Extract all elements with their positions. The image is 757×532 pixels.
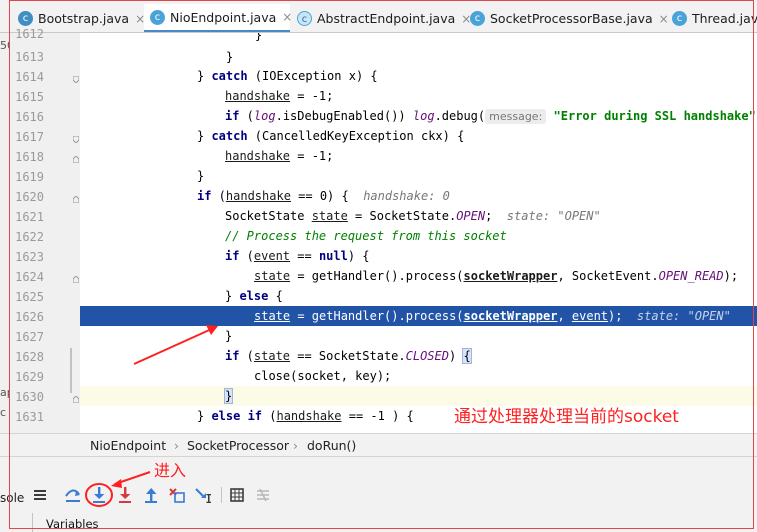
line-number: 1631 <box>15 410 44 424</box>
java-abstract-class-icon: c <box>297 11 312 26</box>
inline-debug-value: handshake: 0 <box>363 189 450 203</box>
code-line-1614: } catch (IOException x) { <box>197 69 378 83</box>
run-to-cursor-button[interactable] <box>192 484 214 506</box>
step-out-icon <box>145 488 157 503</box>
java-class-icon: c <box>18 11 33 26</box>
force-step-into-button[interactable] <box>114 484 136 506</box>
line-number: 1624 <box>15 270 44 284</box>
step-into-icon <box>93 487 105 503</box>
code-line-1622: // Process the request from this socket <box>225 229 507 243</box>
console-tab[interactable]: sole <box>0 491 24 505</box>
code-line-1625: } else { <box>225 289 283 303</box>
tab-abstractendpoint-java[interactable]: c AbstractEndpoint.java × <box>291 4 471 32</box>
code-line-1617: } catch (CancelledKeyException ckx) { <box>197 129 465 143</box>
breadcrumb-separator: › <box>174 438 179 453</box>
step-out-button[interactable] <box>140 484 162 506</box>
current-execution-line: state = getHandler().process(socketWrapp… <box>80 306 757 326</box>
tab-label: Thread.java <box>692 11 757 26</box>
tab-thread-java[interactable]: c Thread.java <box>666 4 757 32</box>
scope-indicator <box>70 348 72 393</box>
trace-icon <box>257 488 269 502</box>
fold-marker-icon[interactable] <box>73 156 79 163</box>
line-number: 1629 <box>15 370 44 384</box>
fold-marker-icon[interactable] <box>73 136 79 143</box>
breadcrumb-item-class[interactable]: NioEndpoint <box>90 438 166 453</box>
force-step-into-icon <box>119 487 131 503</box>
code-line-1620: if (handshake == 0) { handshake: 0 <box>197 189 450 203</box>
java-class-icon: c <box>150 9 165 25</box>
run-to-cursor-icon <box>195 488 211 503</box>
line-number: 1616 <box>15 110 44 124</box>
drop-frame-button[interactable] <box>166 484 188 506</box>
line-number: 1615 <box>15 90 44 104</box>
line-number: 1621 <box>15 210 44 224</box>
show-execution-point-button[interactable] <box>29 484 51 506</box>
variables-tab[interactable]: Variables <box>46 517 99 531</box>
toolbar-divider <box>221 487 222 503</box>
fold-marker-icon[interactable] <box>73 276 79 283</box>
tab-socketprocessorbase-java[interactable]: c SocketProcessorBase.java × <box>464 4 669 32</box>
breadcrumb-separator: › <box>293 438 298 453</box>
code-line-1615: handshake = -1; <box>225 89 334 103</box>
java-class-icon: c <box>672 11 687 26</box>
line-number-gutter[interactable]: 1612 1613 1614 1615 1616 1617 1618 1619 … <box>10 27 80 433</box>
line-number: 1612 <box>15 27 44 41</box>
code-line-1612: } <box>255 33 263 42</box>
line-number: 1628 <box>15 350 44 364</box>
line-number: 1623 <box>15 250 44 264</box>
fold-marker-icon[interactable] <box>73 396 79 403</box>
code-line-1619: } <box>197 169 205 183</box>
tab-label: Bootstrap.java <box>38 11 130 26</box>
drop-frame-icon <box>169 488 185 503</box>
code-editor[interactable]: } } } catch (IOException x) { handshake … <box>80 33 757 433</box>
code-line-1618: handshake = -1; <box>225 149 334 163</box>
line-number: 1626 <box>15 310 44 324</box>
project-panel-edge: 50 ap c <box>0 33 14 433</box>
line-number: 1620 <box>15 190 44 204</box>
annotation-text: 通过处理器处理当前的socket <box>454 407 679 427</box>
code-line-1627: } <box>225 329 233 343</box>
breadcrumb-item-inner-class[interactable]: SocketProcessor <box>187 438 289 453</box>
evaluate-expression-button[interactable] <box>226 484 248 506</box>
line-number: 1625 <box>15 290 44 304</box>
line-number: 1622 <box>15 230 44 244</box>
inline-debug-value: state: "OPEN" <box>506 209 601 223</box>
code-line-1623: if (event == null) { <box>225 249 370 263</box>
tab-label: SocketProcessorBase.java <box>490 11 653 26</box>
panel-edge-text: c <box>0 406 7 419</box>
panel-divider <box>32 513 33 532</box>
debug-panel: sole Variables <box>0 457 757 532</box>
line-number: 1617 <box>15 130 44 144</box>
breadcrumb-item-method[interactable]: doRun() <box>307 438 356 453</box>
fold-marker-icon[interactable] <box>73 196 79 203</box>
step-over-button[interactable] <box>62 484 84 506</box>
code-line-1628: if (state == SocketState.CLOSED) { <box>225 348 472 364</box>
evaluate-expression-icon <box>230 488 244 502</box>
tab-label: NioEndpoint.java <box>170 9 277 25</box>
step-into-annotation: 进入 <box>154 461 187 480</box>
code-line-1616: if (log.isDebugEnabled()) log.debug(mess… <box>225 109 757 124</box>
trace-button[interactable] <box>252 484 274 506</box>
line-number: 1630 <box>15 390 44 404</box>
code-line-1613: } <box>226 50 234 64</box>
java-class-icon: c <box>470 11 485 26</box>
parameter-hint: message: <box>485 109 547 124</box>
code-line-1621: SocketState state = SocketState.OPEN; st… <box>225 209 601 223</box>
line-number: 1618 <box>15 150 44 164</box>
line-number: 1613 <box>15 50 44 64</box>
code-line-1629: close(socket, key); <box>254 369 392 383</box>
tab-nioendpoint-java[interactable]: c NioEndpoint.java × <box>144 4 292 32</box>
fold-marker-icon[interactable] <box>73 76 79 83</box>
line-number: 1614 <box>15 70 44 84</box>
step-into-button[interactable] <box>88 484 110 506</box>
line-number: 1619 <box>15 170 44 184</box>
tab-label: AbstractEndpoint.java <box>317 11 456 26</box>
line-number: 1627 <box>15 330 44 344</box>
inline-debug-value: state: "OPEN" <box>636 309 731 323</box>
code-line-1624: state = getHandler().process(socketWrapp… <box>254 269 739 283</box>
breadcrumb: NioEndpoint › SocketProcessor › doRun() <box>0 433 757 457</box>
editor-tab-bar: c Bootstrap.java × c NioEndpoint.java × … <box>0 0 757 33</box>
show-execution-point-icon <box>34 490 46 500</box>
step-over-icon <box>65 489 80 502</box>
